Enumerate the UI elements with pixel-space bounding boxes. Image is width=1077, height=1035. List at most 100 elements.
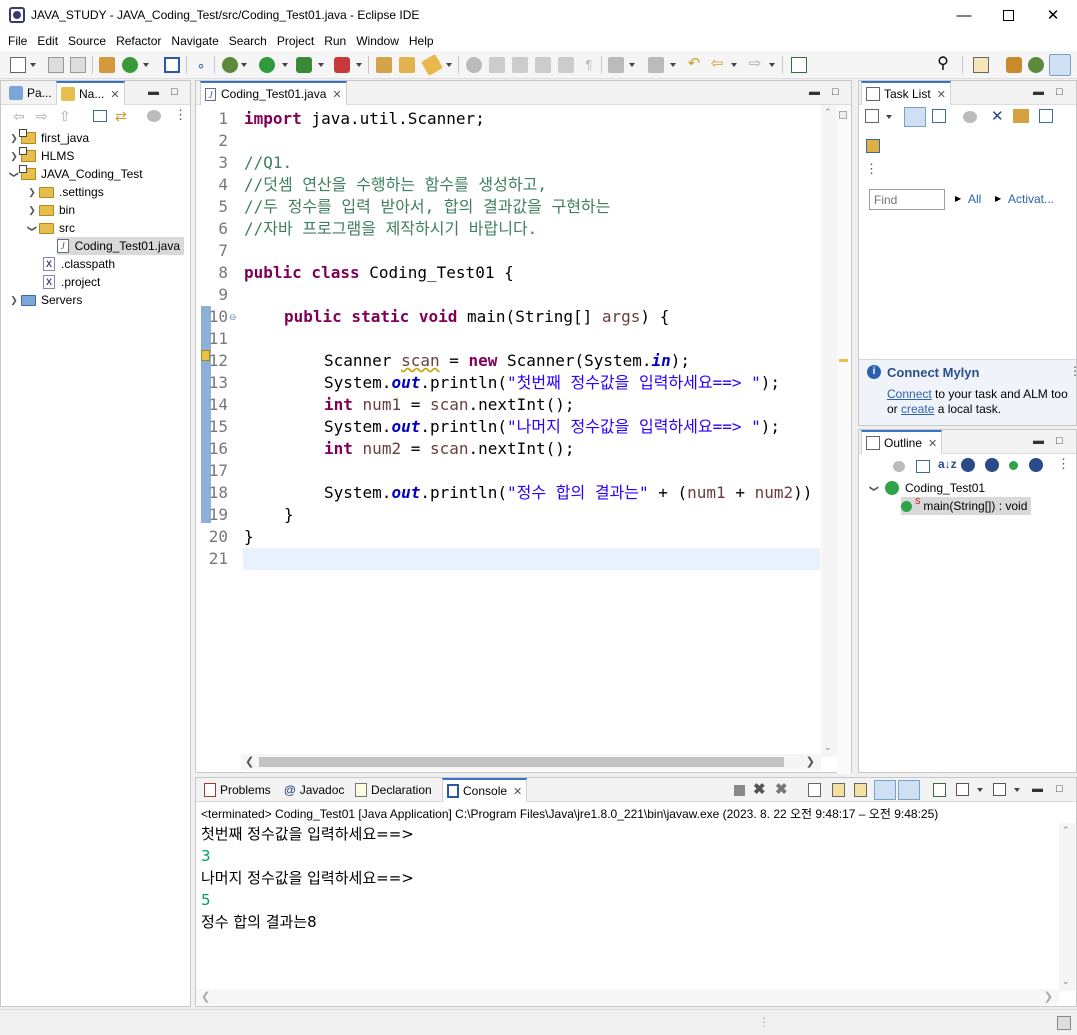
search-icon[interactable]: ⚲ xyxy=(935,56,951,73)
tree-item-coding-test01-java[interactable]: J Coding_Test01.java xyxy=(57,237,184,255)
chevron-down-icon[interactable]: ❯ xyxy=(27,223,38,233)
java-perspective-icon[interactable] xyxy=(1049,54,1071,76)
tree-item-classpath[interactable]: X .classpath xyxy=(43,255,115,273)
last-edit-icon[interactable]: ↶ xyxy=(686,56,702,73)
debug-icon[interactable] xyxy=(222,57,238,73)
filter-icon[interactable] xyxy=(147,110,161,122)
close-button[interactable]: ✕ xyxy=(1030,0,1076,30)
new-task-icon[interactable] xyxy=(865,109,879,123)
new-file-icon[interactable] xyxy=(10,57,26,73)
tree-item-servers[interactable]: ❯ Servers xyxy=(9,291,82,309)
open-folder-icon[interactable] xyxy=(399,57,415,73)
open-perspective-icon[interactable] xyxy=(973,57,989,73)
editor-horizontal-scrollbar[interactable]: ❮ ❯ xyxy=(241,754,821,770)
code-editor[interactable]: ⊖ 1 2 3 4 5 6 7 8 9 10 11 12 13 14 15 16… xyxy=(196,105,851,774)
scroll-left-icon[interactable]: ❮ xyxy=(245,755,254,768)
toggle-breakpoint-icon[interactable]: ∘ xyxy=(193,57,209,73)
annotation-icon[interactable] xyxy=(466,57,482,73)
scroll-down-icon[interactable]: ⌄ xyxy=(824,742,832,753)
maximize-view-icon[interactable]: □ xyxy=(171,86,178,98)
close-icon[interactable]: ✕ xyxy=(513,785,522,798)
chevron-right-icon[interactable]: ❯ xyxy=(9,295,19,306)
collapse-all-icon[interactable] xyxy=(1039,109,1053,123)
tree-item-src[interactable]: ❯ src xyxy=(27,219,76,237)
show-stderr-icon[interactable] xyxy=(898,780,920,800)
scheduled-icon[interactable] xyxy=(932,109,946,123)
show-whitespace-icon[interactable] xyxy=(535,57,551,73)
maximize-button[interactable] xyxy=(985,0,1031,30)
up-icon[interactable]: ⇧ xyxy=(59,108,71,125)
tab-outline[interactable]: Outline ✕ xyxy=(861,430,943,454)
show-stdout-icon[interactable] xyxy=(874,780,896,800)
forward-arrow-icon[interactable]: ⇨ xyxy=(36,108,48,125)
hide-completed-icon[interactable]: ✕ xyxy=(991,107,1004,125)
tab-coding-test01-java[interactable]: J Coding_Test01.java ✕ xyxy=(200,81,347,105)
task-icon[interactable] xyxy=(512,57,528,73)
word-wrap-icon[interactable] xyxy=(854,783,867,797)
scroll-up-icon[interactable]: ⌃ xyxy=(824,107,832,118)
java-ee-perspective-icon[interactable] xyxy=(1006,57,1022,73)
scroll-lock-icon[interactable] xyxy=(832,783,845,797)
tree-item-first-java[interactable]: ❯ first_java xyxy=(9,129,89,147)
menu-run[interactable]: Run xyxy=(319,34,351,48)
tab-console[interactable]: Console ✕ xyxy=(442,778,528,802)
scroll-thumb[interactable] xyxy=(259,757,784,767)
scroll-right-icon[interactable]: ❯ xyxy=(1044,990,1053,1003)
collapse-all-icon[interactable] xyxy=(93,110,107,122)
progress-icon[interactable] xyxy=(1057,1016,1071,1030)
focus-icon[interactable] xyxy=(893,461,905,472)
remove-all-icon[interactable]: ✖ xyxy=(775,780,788,798)
focus-icon[interactable] xyxy=(963,111,977,123)
hide-nonpublic-icon[interactable] xyxy=(1009,461,1018,470)
menu-file[interactable]: File xyxy=(3,34,32,48)
tab-problems[interactable]: Problems xyxy=(200,778,275,802)
tab-task-list[interactable]: Task List ✕ xyxy=(861,81,951,105)
run-icon[interactable] xyxy=(259,57,275,73)
tab-package-explorer[interactable]: Pa... xyxy=(5,81,56,105)
open-task-icon[interactable] xyxy=(421,54,443,76)
task-find-input[interactable] xyxy=(869,189,945,210)
synchronize-icon[interactable] xyxy=(1013,109,1029,123)
tree-item-hlms[interactable]: ❯ HLMS xyxy=(9,147,74,165)
sort-icon[interactable]: a↓z xyxy=(938,457,957,471)
console-vertical-scrollbar[interactable]: ⌃ ⌄ xyxy=(1059,823,1075,991)
outline-class-item[interactable]: ❯ Coding_Test01 xyxy=(869,479,985,497)
tree-item-settings[interactable]: ❯ .settings xyxy=(27,183,103,201)
hide-static-icon[interactable] xyxy=(985,458,999,472)
pin-console-icon[interactable] xyxy=(933,783,946,797)
filter-activate-link[interactable]: Activat... xyxy=(1008,192,1054,206)
chevron-right-icon[interactable]: ❯ xyxy=(9,133,19,144)
minimize-view-icon[interactable]: ▬ xyxy=(1033,86,1044,98)
menu-help[interactable]: Help xyxy=(404,34,439,48)
maximize-view-icon[interactable]: □ xyxy=(832,86,839,98)
refresh-icon[interactable] xyxy=(122,57,138,73)
back-icon[interactable]: ⇦ xyxy=(709,56,725,73)
chevron-right-icon[interactable]: ❯ xyxy=(27,205,37,216)
console-output[interactable]: 첫번째 정수값을 입력하세요==> 3 나머지 정수값을 입력하세요==> 5 … xyxy=(196,823,1059,991)
hide-local-types-icon[interactable] xyxy=(1029,458,1043,472)
close-icon[interactable]: ✕ xyxy=(110,88,119,101)
menu-project[interactable]: Project xyxy=(272,34,319,48)
close-icon[interactable]: ✕ xyxy=(332,88,341,101)
minimize-view-icon[interactable]: ▬ xyxy=(1033,435,1044,447)
edit-icon[interactable] xyxy=(489,57,505,73)
terminate-icon[interactable] xyxy=(734,785,745,796)
menu-edit[interactable]: Edit xyxy=(32,34,63,48)
editor-vertical-scrollbar[interactable]: ⌃ ⌄ xyxy=(821,105,837,757)
hide-fields-icon[interactable] xyxy=(961,458,975,472)
link-editor-icon[interactable]: ⇄ xyxy=(115,108,127,125)
open-console-icon[interactable] xyxy=(993,783,1006,796)
create-link[interactable]: create xyxy=(901,402,934,416)
menu-navigate[interactable]: Navigate xyxy=(166,34,223,48)
close-icon[interactable]: ✕ xyxy=(937,88,946,101)
tree-item-java-coding-test[interactable]: ❯ JAVA_Coding_Test xyxy=(9,165,143,183)
code-area[interactable]: import java.util.Scanner; //Q1. //덧셈 연산을… xyxy=(200,108,820,708)
menu-source[interactable]: Source xyxy=(63,34,111,48)
open-type-icon[interactable] xyxy=(376,57,392,73)
block-selection-icon[interactable] xyxy=(558,57,574,73)
console-icon[interactable] xyxy=(164,57,180,73)
chevron-down-icon[interactable]: ❯ xyxy=(9,169,20,179)
build-icon[interactable] xyxy=(99,57,115,73)
clear-console-icon[interactable] xyxy=(808,783,821,797)
tree-item-bin[interactable]: ❯ bin xyxy=(27,201,75,219)
